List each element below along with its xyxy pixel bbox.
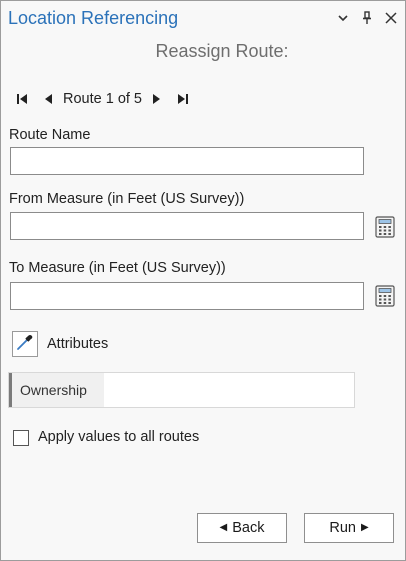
route-navigator: Route 1 of 5 <box>13 89 192 109</box>
title-controls <box>335 9 399 27</box>
pane-title: Location Referencing <box>8 8 179 28</box>
eyedropper-icon <box>16 333 34 356</box>
attributes-table: Ownership <box>8 372 355 408</box>
right-arrow-icon: ▶ <box>360 522 369 533</box>
first-route-button[interactable] <box>13 89 31 109</box>
left-arrow-icon: ◀ <box>219 522 228 533</box>
last-route-button[interactable] <box>174 89 192 109</box>
route-name-input[interactable] <box>10 147 364 175</box>
calculator-icon[interactable] <box>375 216 395 238</box>
run-button[interactable]: Run ▶ <box>304 513 394 543</box>
previous-route-button[interactable] <box>39 89 57 109</box>
chevron-down-icon[interactable] <box>335 9 351 27</box>
route-position-text: Route 1 of 5 <box>63 91 142 107</box>
pin-icon[interactable] <box>359 9 375 27</box>
to-measure-input[interactable] <box>10 282 364 310</box>
from-measure-label: From Measure (in Feet (US Survey)) <box>9 191 245 207</box>
attributes-label: Attributes <box>47 336 109 352</box>
attribute-value-ownership[interactable] <box>104 373 354 407</box>
back-button[interactable]: ◀ Back <box>197 513 287 543</box>
apply-all-checkbox[interactable] <box>13 430 29 446</box>
to-measure-label: To Measure (in Feet (US Survey)) <box>9 260 226 276</box>
next-route-button[interactable] <box>148 89 166 109</box>
run-button-label: Run <box>329 520 356 536</box>
location-referencing-pane: Location Referencing Reassign Route: Rou… <box>0 0 406 561</box>
tool-subtitle: Reassign Route: <box>155 41 289 61</box>
route-name-label: Route Name <box>9 127 91 143</box>
calculator-icon[interactable] <box>375 285 395 307</box>
close-icon[interactable] <box>383 9 399 27</box>
back-button-label: Back <box>232 520 265 536</box>
attribute-name-ownership: Ownership <box>12 373 104 407</box>
apply-all-label: Apply values to all routes <box>38 429 200 445</box>
from-measure-input[interactable] <box>10 212 364 240</box>
attributes-picker-button[interactable] <box>12 331 38 357</box>
